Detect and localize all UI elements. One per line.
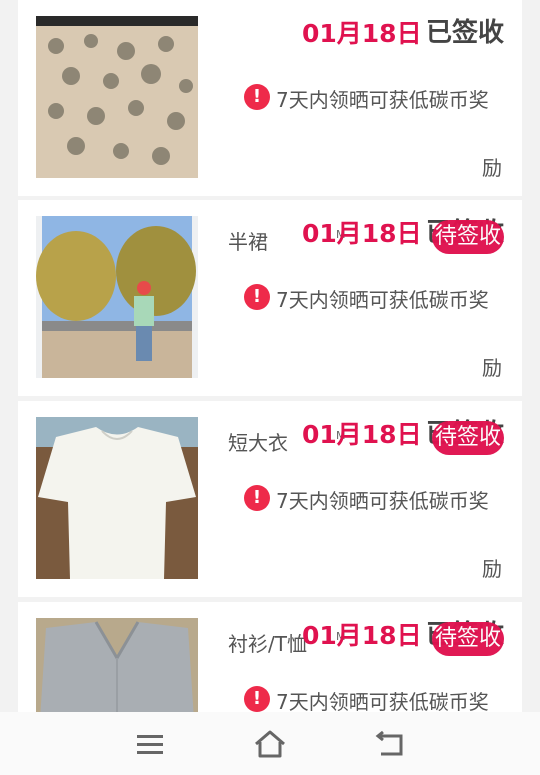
menu-icon (137, 735, 163, 754)
exclamation-circle-icon: ! (244, 84, 270, 110)
order-card[interactable]: 短大衣 M 01月18日 已签收 待签收 ! 7天内领晒可获低碳币奖 励 (18, 401, 522, 597)
back-button[interactable] (370, 724, 410, 764)
order-card[interactable]: 01月18日 已签收 ! 7天内领晒可获低碳币奖 励 (18, 0, 522, 196)
product-image-skirt-model[interactable] (36, 216, 198, 378)
reward-hint: 7天内领晒可获低碳币奖 (276, 88, 489, 112)
home-button[interactable] (250, 724, 290, 764)
order-card[interactable]: 衬衫/T恤 M 01月18日 已签收 待签收 ! 7天内领晒可获低碳币奖 励 (18, 602, 522, 712)
order-list[interactable]: 01月18日 已签收 ! 7天内领晒可获低碳币奖 励 半裙 M 01月18日 已… (0, 0, 540, 712)
reward-hint-continued: 励 (482, 356, 502, 380)
order-date: 01月18日 (302, 19, 422, 48)
reward-hint: 7天内领晒可获低碳币奖 (276, 288, 489, 312)
order-date: 01月18日 (302, 420, 422, 449)
pending-receipt-badge[interactable]: 待签收 (432, 622, 504, 656)
reward-hint-continued: 励 (482, 156, 502, 180)
product-image-blouse[interactable] (36, 417, 198, 579)
reward-hint-continued: 励 (482, 557, 502, 581)
back-icon (375, 730, 403, 756)
product-category: 短大衣 (228, 431, 288, 455)
product-image-skirt[interactable] (36, 16, 198, 178)
system-nav-bar (0, 712, 540, 775)
pending-receipt-badge[interactable]: 待签收 (432, 220, 504, 254)
menu-button[interactable] (130, 724, 170, 764)
exclamation-circle-icon: ! (244, 485, 270, 511)
exclamation-circle-icon: ! (244, 686, 270, 712)
product-category: 半裙 (228, 230, 268, 254)
exclamation-circle-icon: ! (244, 284, 270, 310)
reward-hint: 7天内领晒可获低碳币奖 (276, 489, 489, 513)
home-icon (255, 730, 285, 758)
order-status: 已签收 (426, 18, 505, 48)
product-category: 衬衫/T恤 (228, 632, 307, 656)
pending-receipt-badge[interactable]: 待签收 (432, 421, 504, 455)
order-card[interactable]: 半裙 M 01月18日 已签收 待签收 ! 7天内领晒可获低碳币奖 励 (18, 200, 522, 396)
order-date: 01月18日 (302, 219, 422, 248)
reward-hint: 7天内领晒可获低碳币奖 (276, 690, 489, 712)
order-date: 01月18日 (302, 621, 422, 650)
product-image-shirt[interactable] (36, 618, 198, 712)
